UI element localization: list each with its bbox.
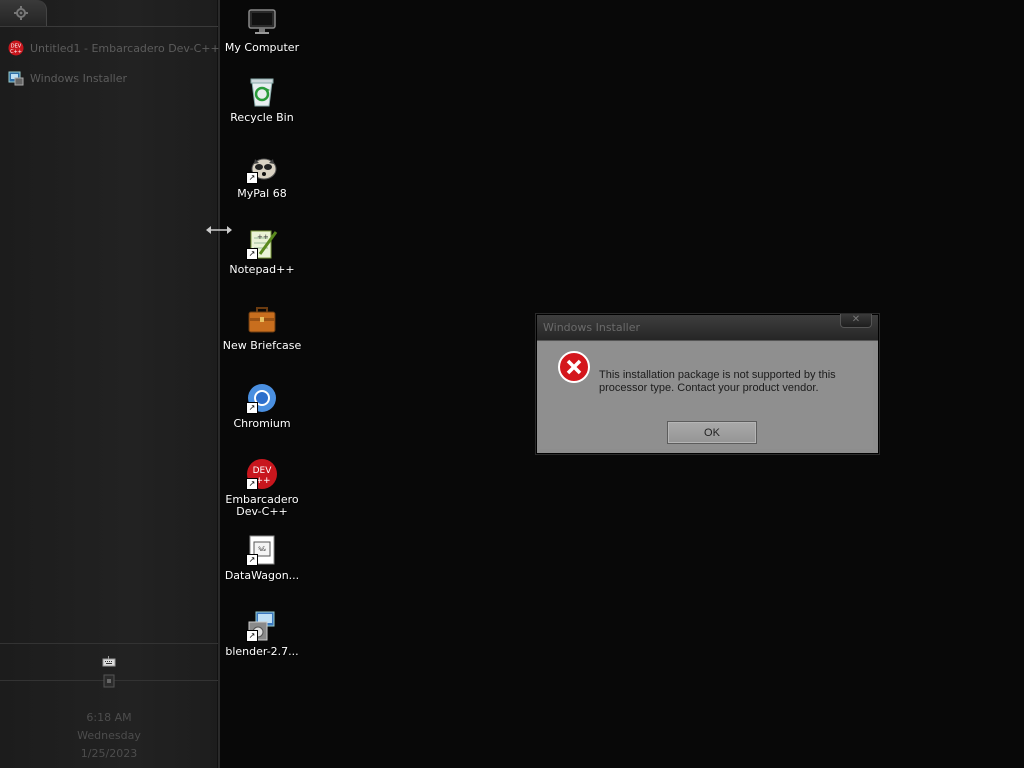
error-icon — [558, 351, 590, 383]
tab-strip-divider — [0, 26, 218, 27]
icon-label: Notepad++ — [229, 263, 295, 276]
gear-icon — [14, 6, 28, 20]
task-label: Windows Installer — [30, 71, 128, 85]
clock-day: Wednesday — [77, 729, 141, 742]
recycle-bin-icon — [246, 76, 278, 108]
icon-label: Embarcadero Dev-C++ — [225, 493, 299, 518]
icon-label: Chromium — [233, 417, 291, 430]
desktop-icon-datawagon[interactable]: %& ↗ DataWagon... — [222, 534, 302, 582]
chromium-icon: ↗ — [246, 382, 278, 414]
svg-text:DEV: DEV — [253, 466, 273, 476]
dialog-message: This installation package is not support… — [599, 369, 836, 394]
icon-label: blender-2.7... — [225, 645, 299, 658]
icon-label: New Briefcase — [222, 339, 302, 352]
ok-label: OK — [704, 426, 720, 439]
desktop-icon-new-briefcase[interactable]: New Briefcase — [222, 304, 302, 352]
task-label: Untitled1 - Embarcadero Dev-C++ — [30, 41, 220, 55]
task-windows-installer[interactable]: Windows Installer — [8, 68, 214, 88]
desktop-icon-mypal[interactable]: ↗ MyPal 68 — [222, 152, 302, 200]
clock-time[interactable]: 6:18 AM — [0, 711, 218, 724]
notepadpp-icon: ++ ↗ — [246, 228, 278, 260]
dialog-titlebar[interactable]: Windows Installer ✕ — [537, 314, 878, 341]
briefcase-icon — [246, 304, 278, 336]
monitor-icon — [246, 6, 278, 38]
desktop-icon-devcpp[interactable]: DEV ++ ↗ Embarcadero Dev-C++ — [222, 458, 302, 518]
start-button[interactable] — [0, 0, 47, 27]
shortcut-arrow-icon: ↗ — [246, 248, 258, 260]
mypal-icon: ↗ — [246, 152, 278, 184]
shortcut-arrow-icon: ↗ — [246, 402, 258, 414]
icon-label: My Computer — [224, 41, 300, 54]
blender-installer-icon: ↗ — [246, 610, 278, 642]
svg-text:C++: C++ — [10, 49, 22, 55]
shortcut-arrow-icon: ↗ — [246, 630, 258, 642]
close-icon: ✕ — [851, 314, 861, 325]
desktop-icon-notepadpp[interactable]: ++ ↗ Notepad++ — [222, 228, 302, 276]
desktop-icon-chromium[interactable]: ↗ Chromium — [222, 382, 302, 430]
icon-label: Recycle Bin — [230, 111, 294, 124]
clock-date: 1/25/2023 — [80, 747, 138, 760]
ok-button[interactable]: OK — [667, 421, 757, 444]
svg-text:%&: %& — [258, 546, 266, 553]
desktop-icon-recycle-bin[interactable]: Recycle Bin — [222, 76, 302, 124]
desktop-icon-blender-installer[interactable]: ↗ blender-2.7... — [222, 610, 302, 658]
desktop-icon-my-computer[interactable]: My Computer — [222, 6, 302, 54]
installer-icon — [8, 70, 24, 86]
error-dialog: Windows Installer ✕ This installation pa… — [536, 314, 879, 454]
icon-label: DataWagon... — [224, 569, 300, 582]
tray-divider — [0, 643, 218, 644]
volume-icon[interactable] — [102, 674, 116, 688]
dialog-title: Windows Installer — [543, 321, 641, 334]
devcpp-icon: DEV ++ ↗ — [246, 458, 278, 490]
taskbar: DEV C++ Untitled1 - Embarcadero Dev-C++ … — [0, 0, 220, 768]
shortcut-arrow-icon: ↗ — [246, 478, 258, 490]
close-button[interactable]: ✕ — [840, 314, 872, 328]
shortcut-arrow-icon: ↗ — [246, 172, 258, 184]
devcpp-icon: DEV C++ — [8, 40, 24, 56]
dialog-body: This installation package is not support… — [540, 342, 873, 449]
svg-text:++: ++ — [257, 233, 269, 241]
shortcut-arrow-icon: ↗ — [246, 554, 258, 566]
keyboard-icon[interactable] — [102, 655, 116, 669]
icon-label: MyPal 68 — [237, 187, 287, 200]
task-devcpp[interactable]: DEV C++ Untitled1 - Embarcadero Dev-C++ — [8, 38, 220, 58]
datawagon-icon: %& ↗ — [246, 534, 278, 566]
